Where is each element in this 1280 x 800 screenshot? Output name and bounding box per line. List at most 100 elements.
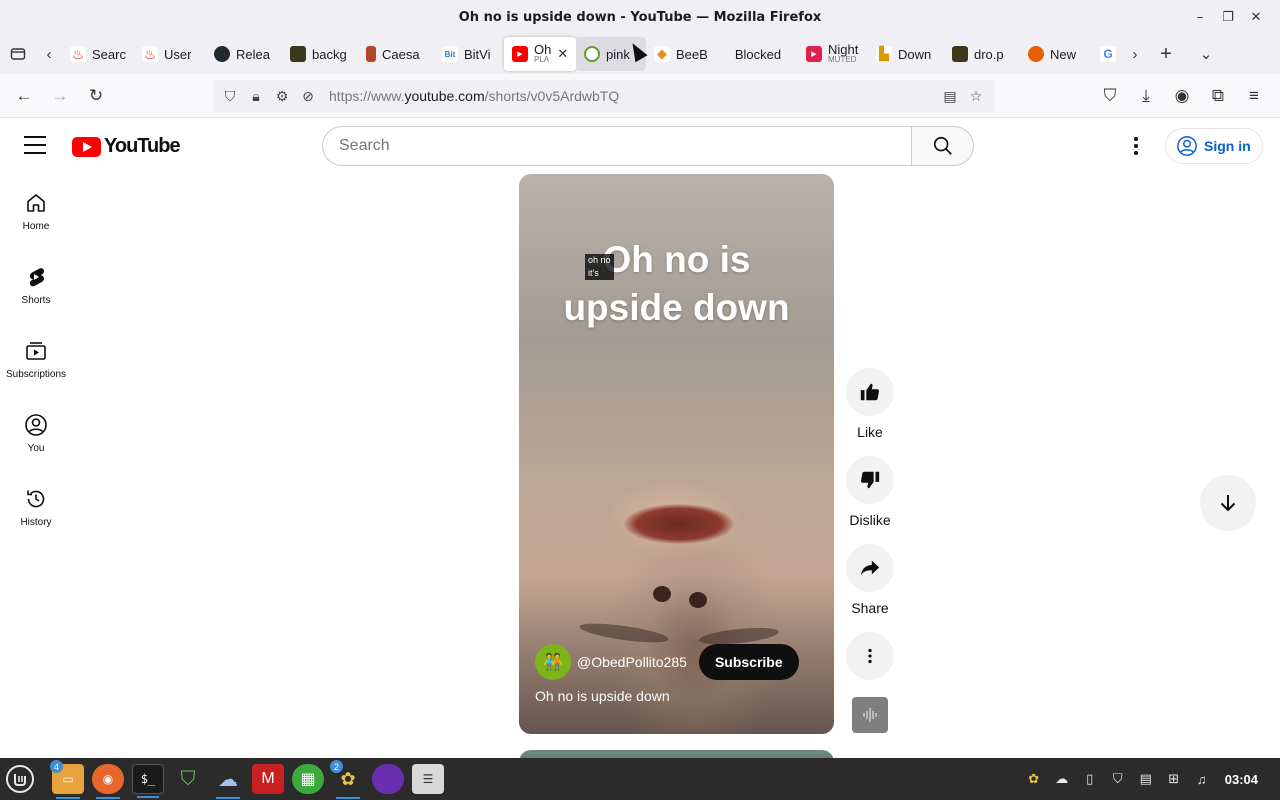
puzzle-icon: ⧉	[1211, 86, 1225, 105]
extensions-button[interactable]: ⧉	[1200, 80, 1236, 112]
sidebar-item-home[interactable]: Home	[0, 174, 72, 248]
bookmark-star-icon[interactable]: ☆	[963, 88, 989, 105]
files-app-icon[interactable]: 4 ▭	[50, 760, 84, 799]
youtube-header: YouTube Sign in	[0, 118, 1280, 174]
tab-blocked[interactable]: Blocked	[718, 37, 798, 71]
youtube-logo[interactable]: YouTube	[72, 135, 181, 158]
clipboard-tray-icon[interactable]: ▯	[1081, 770, 1099, 788]
like-button[interactable]	[846, 368, 894, 416]
shield-tray-icon[interactable]: ⛉	[1109, 770, 1127, 788]
tracking-protection-icon[interactable]: ⛉	[217, 88, 243, 105]
dislike-button[interactable]	[846, 456, 894, 504]
dislike-action: Dislike	[846, 456, 894, 544]
search-input[interactable]	[322, 126, 911, 166]
downloads-button[interactable]: ⤓	[1128, 80, 1164, 112]
notes-tray-icon[interactable]: ▤	[1137, 770, 1155, 788]
github-icon	[214, 46, 230, 62]
reload-button[interactable]: ↻	[78, 80, 114, 112]
url-bar[interactable]: ⛉ 🔒︎ ⚙ ⊘ https://www.youtube.com/shorts/…	[213, 80, 995, 112]
start-menu-button[interactable]	[4, 764, 36, 794]
reader-view-icon[interactable]: ▤	[937, 88, 963, 105]
next-video-button[interactable]	[1200, 475, 1256, 531]
video-overlay-text: Oh no is upside down	[563, 239, 790, 328]
settings-app-icon[interactable]: ☰	[412, 764, 444, 794]
tab-caesar[interactable]: Caesa	[358, 37, 434, 71]
scroll-tabs-right-button[interactable]: ›	[1124, 34, 1146, 74]
sidebar-item-history[interactable]: History	[0, 470, 72, 544]
bee-app-icon[interactable]: 2 ✿	[330, 760, 364, 799]
subscribe-button[interactable]: Subscribe	[698, 644, 799, 680]
short-video-player[interactable]: Oh no is upside down oh no it's 🧑‍🤝‍🧑 @O…	[519, 174, 834, 734]
shorts-icon	[29, 267, 45, 286]
channel-handle[interactable]: @ObedPollito285	[577, 654, 687, 670]
more-options-button[interactable]	[846, 632, 894, 680]
back-button[interactable]: ←	[6, 80, 42, 112]
close-tab-icon[interactable]: ✕	[557, 46, 568, 62]
minimize-button[interactable]: –	[1186, 6, 1214, 28]
youtube-play-icon	[72, 136, 101, 157]
sidebar-item-you[interactable]: You	[0, 396, 72, 470]
tab-background[interactable]: backg	[282, 37, 358, 71]
window-title: Oh no is upside down - YouTube — Mozilla…	[458, 9, 822, 25]
tab-search[interactable]: ♨ Searc	[62, 37, 134, 71]
tab-user[interactable]: ♨ User	[134, 37, 206, 71]
tab-beeb[interactable]: ◆ BeeB	[646, 37, 718, 71]
orb-app-icon[interactable]	[372, 764, 404, 794]
close-button[interactable]: ✕	[1242, 6, 1270, 28]
mario-app-icon[interactable]: M	[252, 764, 284, 794]
shield-app-icon[interactable]: ⛉	[172, 764, 204, 794]
forward-button[interactable]: →	[42, 80, 78, 112]
menu-button[interactable]: ≡	[1236, 80, 1272, 112]
tab-google[interactable]: G	[1092, 37, 1124, 71]
download-icon: ⤓	[1142, 86, 1150, 105]
sidebar-item-subscriptions[interactable]: Subscriptions	[0, 322, 72, 396]
tab-download[interactable]: ▙ Down	[868, 37, 944, 71]
firefox-app-icon[interactable]: ◉	[92, 764, 124, 799]
pocket-button[interactable]: ⛉	[1092, 80, 1128, 112]
lock-icon[interactable]: 🔒︎	[243, 88, 269, 105]
network-tray-icon[interactable]: ⊞	[1165, 770, 1183, 788]
guide-menu-button[interactable]	[24, 136, 46, 154]
share-button[interactable]	[846, 544, 894, 592]
tab-favicon-icon: ◆	[654, 46, 670, 62]
tab-night[interactable]: ▶ Night MUTED	[798, 37, 868, 71]
tab-overview-button[interactable]	[0, 34, 36, 74]
list-all-tabs-button[interactable]: ⌄	[1186, 34, 1226, 74]
tab-favicon-icon	[584, 46, 600, 62]
os-taskbar: 4 ▭ ◉ $_ ⛉ ☁ M ▦ 2 ✿ ☰ ✿ ☁ ▯ ⛉ ▤ ⊞ ♫ 03:04	[0, 758, 1280, 800]
cloud-app-icon[interactable]: ☁	[212, 764, 244, 799]
account-icon: ◉	[1174, 86, 1190, 105]
tab-youtube-active[interactable]: ▶ Oh PLA ✕	[504, 37, 576, 71]
tab-overview-icon	[10, 48, 26, 60]
autoplay-blocked-icon[interactable]: ⊘	[295, 88, 321, 105]
sound-button[interactable]	[852, 697, 888, 733]
pocket-icon: ⛉	[1103, 86, 1117, 105]
volume-tray-icon[interactable]: ♫	[1193, 770, 1211, 788]
tab-favicon-icon	[952, 46, 968, 62]
thumbs-down-icon	[860, 471, 880, 489]
search-button[interactable]	[911, 126, 974, 166]
new-tab-button[interactable]: +	[1146, 34, 1186, 74]
tab-bitvise[interactable]: Bit BitVi	[434, 37, 504, 71]
cloud-tray-icon[interactable]: ☁	[1053, 770, 1071, 788]
sidebar-item-shorts[interactable]: Shorts	[0, 248, 72, 322]
bee-tray-icon[interactable]: ✿	[1025, 770, 1043, 788]
tab-new[interactable]: New	[1020, 37, 1092, 71]
clock[interactable]: 03:04	[1225, 772, 1258, 787]
tab-drop[interactable]: dro.p	[944, 37, 1020, 71]
account-circle-icon	[1177, 136, 1197, 156]
video-title[interactable]: Oh no is upside down	[535, 688, 670, 704]
permissions-icon[interactable]: ⚙	[269, 88, 295, 105]
channel-bar: 🧑‍🤝‍🧑 @ObedPollito285 Subscribe	[535, 644, 799, 680]
url-text[interactable]: https://www.youtube.com/shorts/v0v5Ardwb…	[329, 88, 937, 104]
settings-more-button[interactable]	[1126, 134, 1146, 158]
terminal-app-icon[interactable]: $_	[132, 764, 164, 798]
calculator-app-icon[interactable]: ▦	[292, 764, 324, 794]
history-icon	[27, 490, 45, 507]
tab-releases[interactable]: Relea	[206, 37, 282, 71]
sign-in-button[interactable]: Sign in	[1165, 128, 1263, 164]
account-button[interactable]: ◉	[1164, 80, 1200, 112]
channel-avatar[interactable]: 🧑‍🤝‍🧑	[535, 644, 571, 680]
scroll-tabs-left-button[interactable]: ‹	[36, 34, 62, 74]
maximize-button[interactable]: ❐	[1214, 6, 1242, 28]
